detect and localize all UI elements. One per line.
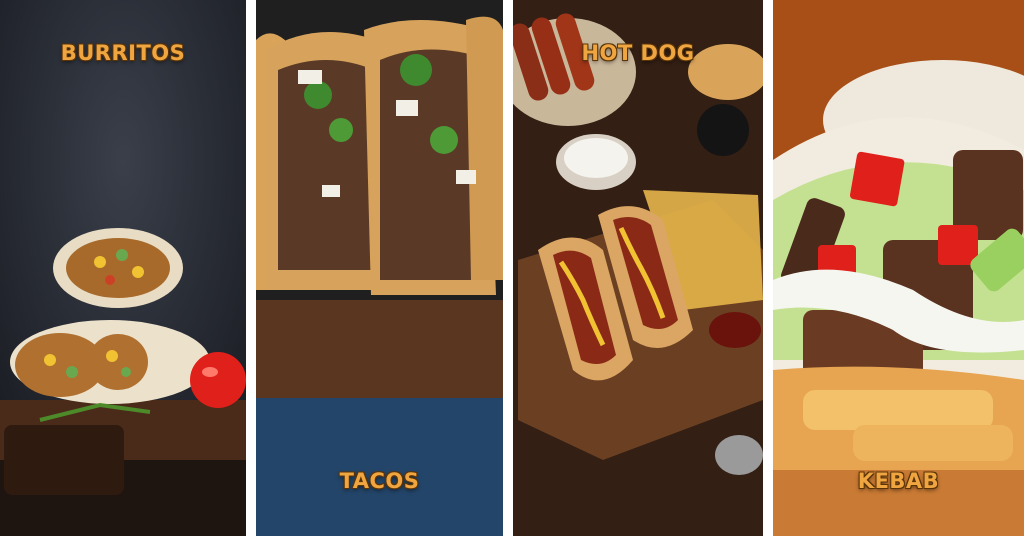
kebab-photo [773, 0, 1024, 536]
hot-dog-panel: HOT DOG [513, 0, 763, 536]
food-collage: BURRITOS TACOS HOT DOG KEBAB [0, 0, 1024, 536]
burritos-photo [0, 0, 246, 536]
tacos-photo [256, 0, 503, 536]
kebab-panel: KEBAB [773, 0, 1024, 536]
tacos-panel: TACOS [256, 0, 503, 536]
hot-dog-photo [513, 0, 763, 536]
hot-dog-label: HOT DOG [581, 41, 695, 65]
tacos-label: TACOS [339, 469, 420, 493]
burritos-label: BURRITOS [60, 41, 186, 65]
kebab-label: KEBAB [857, 469, 940, 493]
burritos-panel: BURRITOS [0, 0, 246, 536]
